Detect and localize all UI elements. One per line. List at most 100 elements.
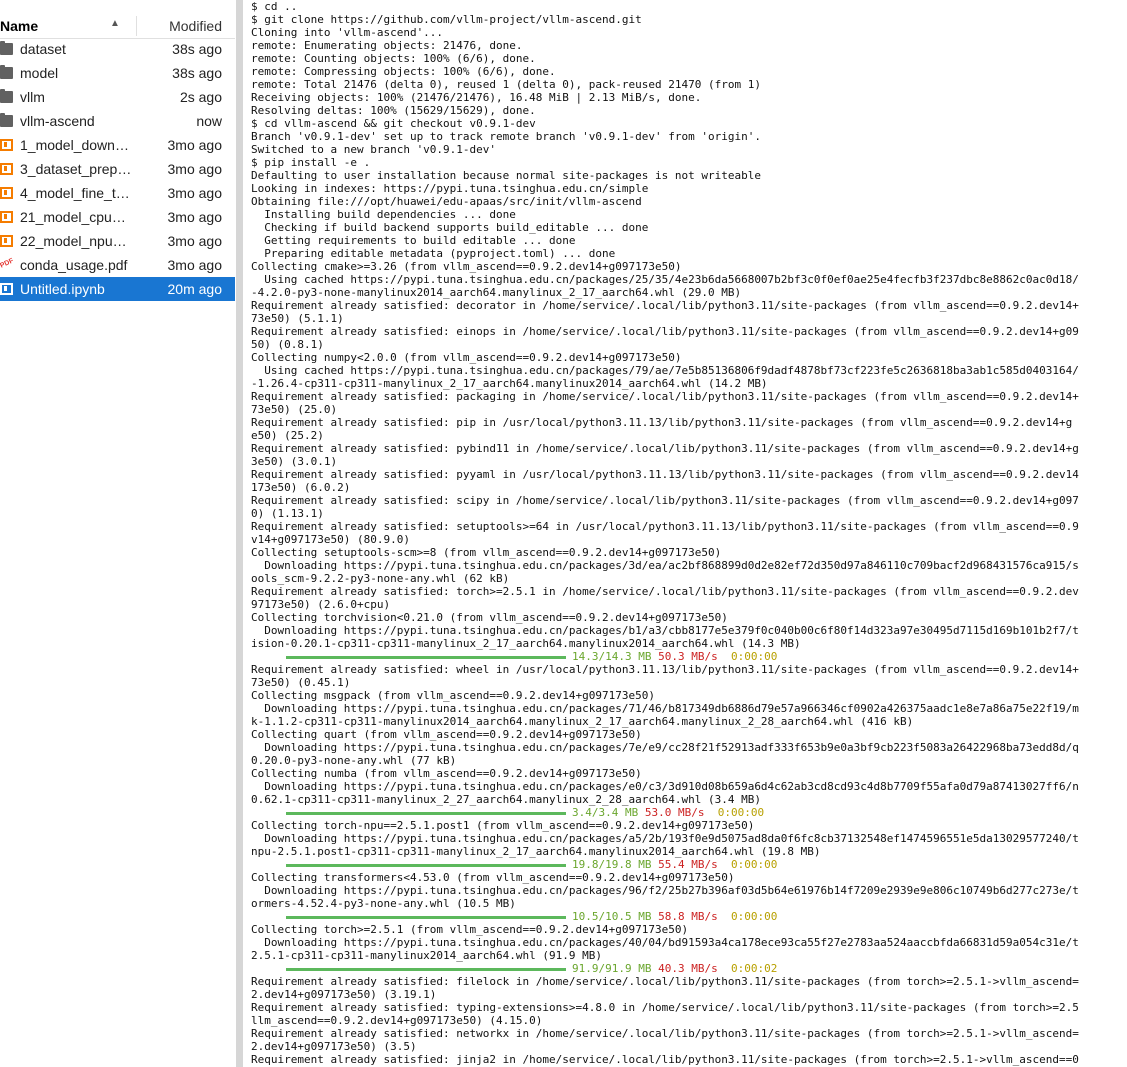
file-modified: 3mo ago: [167, 233, 222, 249]
download-size: 91.9/91.9 MB: [572, 962, 652, 975]
terminal-line: Using cached https://pypi.tuna.tsinghua.…: [251, 364, 1079, 377]
download-eta: 0:00:00: [730, 858, 778, 871]
file-item[interactable]: PDF conda_usage.pdf 3mo ago: [0, 253, 235, 277]
terminal-line: Collecting transformers<4.53.0 (from vll…: [251, 871, 735, 884]
download-speed: 50.3 MB/s: [658, 650, 718, 663]
download-eta: 0:00:02: [730, 962, 778, 975]
file-item[interactable]: 22_model_npu_inference.ipynb 3mo ago: [0, 229, 235, 253]
file-modified: now: [196, 113, 222, 129]
modified-column-header[interactable]: Modified: [169, 18, 222, 34]
file-name: vllm: [20, 89, 45, 105]
sort-ascending-icon[interactable]: ▲: [110, 18, 120, 29]
terminal-line: 50) (0.8.1): [251, 338, 324, 351]
download-speed: 40.3 MB/s: [658, 962, 718, 975]
file-modified: 38s ago: [172, 41, 222, 57]
download-speed: 55.4 MB/s: [658, 858, 718, 871]
file-name: 3_dataset_preparation.ipynb: [20, 161, 132, 177]
download-speed: 53.0 MB/s: [644, 806, 705, 819]
download-progress-line: 10.5/10.5 MB 58.8 MB/s 0:00:00: [251, 910, 1127, 923]
terminal-line: remote: Enumerating objects: 21476, done…: [251, 39, 523, 52]
file-item[interactable]: 1_model_download.ipynb 3mo ago: [0, 133, 235, 157]
file-item[interactable]: 3_dataset_preparation.ipynb 3mo ago: [0, 157, 235, 181]
terminal-line: Resolving deltas: 100% (15629/15629), do…: [251, 104, 536, 117]
download-progress-line: 3.4/3.4 MB 53.0 MB/s 0:00:00: [251, 806, 1127, 819]
sidebar-scrollbar[interactable]: [236, 0, 243, 1067]
terminal-line: k-1.1.2-cp311-cp311-manylinux2014_aarch6…: [251, 715, 914, 728]
terminal-line: Collecting msgpack (from vllm_ascend==0.…: [251, 689, 655, 702]
file-modified: 38s ago: [172, 65, 222, 81]
file-modified: 3mo ago: [167, 209, 222, 225]
download-size: 10.5/10.5 MB: [572, 910, 652, 923]
progress-bar: [286, 655, 566, 659]
terminal-line: v14+g097173e50) (80.9.0): [251, 533, 410, 546]
file-name: conda_usage.pdf: [20, 257, 128, 273]
file-browser-panel: Name ▲ Modified dataset 38s ago model 38s a…: [0, 0, 235, 1067]
file-name: 4_model_fine_tuning.ipynb: [20, 185, 132, 201]
terminal-line: Requirement already satisfied: filelock …: [251, 975, 1079, 988]
file-name: 1_model_download.ipynb: [20, 137, 132, 153]
terminal-line: Branch 'v0.9.1-dev' set up to track remo…: [251, 130, 761, 143]
terminal-line: -1.26.4-cp311-cp311-manylinux_2_17_aarch…: [251, 377, 768, 390]
terminal-line: $ pip install -e .: [251, 156, 371, 169]
terminal-line: Downloading https://pypi.tuna.tsinghua.e…: [251, 884, 1079, 897]
file-name: model: [20, 65, 59, 81]
file-modified: 20m ago: [167, 281, 222, 297]
file-item[interactable]: vllm 2s ago: [0, 85, 235, 109]
download-size: 19.8/19.8 MB: [572, 858, 652, 871]
file-name: vllm-ascend: [20, 113, 95, 129]
terminal-line: Collecting torchvision<0.21.0 (from vllm…: [251, 611, 728, 624]
terminal-line: Downloading https://pypi.tuna.tsinghua.e…: [251, 780, 1079, 793]
file-modified: 3mo ago: [167, 161, 222, 177]
terminal-line: Using cached https://pypi.tuna.tsinghua.…: [251, 273, 1079, 286]
notebook-icon: [0, 235, 13, 247]
terminal-line: 173e50) (6.0.2): [251, 481, 351, 494]
terminal-line: Collecting torch>=2.5.1 (from vllm_ascen…: [251, 923, 689, 936]
terminal-line: remote: Total 21476 (delta 0), reused 1 …: [251, 78, 761, 91]
terminal-line: Requirement already satisfied: typing-ex…: [251, 1001, 1079, 1014]
notebook-icon: [0, 211, 13, 223]
file-item[interactable]: vllm-ascend now: [0, 109, 235, 133]
file-item[interactable]: dataset 38s ago: [0, 37, 235, 61]
file-modified: 2s ago: [179, 89, 222, 105]
file-item[interactable]: Untitled.ipynb 20m ago: [0, 277, 235, 301]
terminal-line: Downloading https://pypi.tuna.tsinghua.e…: [251, 936, 1079, 949]
terminal-line: Downloading https://pypi.tuna.tsinghua.e…: [251, 702, 1079, 715]
notebook-icon: [0, 163, 13, 175]
terminal-line: 0) (1.13.1): [251, 507, 324, 520]
progress-bar: [286, 967, 566, 971]
terminal-line: Collecting quart (from vllm_ascend==0.9.…: [251, 728, 642, 741]
terminal-line: Downloading https://pypi.tuna.tsinghua.e…: [251, 832, 1079, 845]
name-column-header[interactable]: Name: [0, 18, 38, 34]
download-eta: 0:00:00: [730, 650, 778, 663]
terminal-line: 73e50) (0.45.1): [251, 676, 351, 689]
terminal-line: Obtaining file:///opt/huawei/edu-apaas/s…: [251, 195, 642, 208]
terminal-line: Collecting torch-npu==2.5.1.post1 (from …: [251, 819, 755, 832]
notebook-icon: [0, 187, 13, 199]
notebook-icon: [0, 283, 13, 295]
progress-bar: [286, 863, 566, 867]
download-progress-line: 19.8/19.8 MB 55.4 MB/s 0:00:00: [251, 858, 1127, 871]
folder-icon: [0, 89, 13, 103]
terminal-line: Receiving objects: 100% (21476/21476), 1…: [251, 91, 702, 104]
terminal-line: Switched to a new branch 'v0.9.1-dev': [251, 143, 497, 156]
download-speed: 58.8 MB/s: [658, 910, 718, 923]
download-size: 14.3/14.3 MB: [572, 650, 652, 663]
terminal-line: Requirement already satisfied: decorator…: [251, 299, 1079, 312]
progress-bar: [286, 811, 566, 815]
file-item[interactable]: model 38s ago: [0, 61, 235, 85]
terminal-line: Downloading https://pypi.tuna.tsinghua.e…: [251, 741, 1079, 754]
file-item[interactable]: 4_model_fine_tuning.ipynb 3mo ago: [0, 181, 235, 205]
terminal-line: $ cd vllm-ascend && git checkout v0.9.1-…: [251, 117, 536, 130]
column-divider[interactable]: [136, 16, 137, 36]
terminal-output[interactable]: $ cd .. $ git clone https://github.com/vl…: [251, 0, 1127, 1067]
terminal-line: 73e50) (5.1.1): [251, 312, 344, 325]
terminal-line: Requirement already satisfied: wheel in …: [251, 663, 1079, 676]
terminal-line: Requirement already satisfied: torch>=2.…: [251, 585, 1079, 598]
file-modified: 3mo ago: [167, 185, 222, 201]
terminal-line: e50) (25.2): [251, 429, 324, 442]
terminal-line: ools_scm-9.2.2-py3-none-any.whl (62 kB): [251, 572, 510, 585]
terminal-line: Requirement already satisfied: einops in…: [251, 325, 1079, 338]
file-item[interactable]: 21_model_cpu_inference.ipynb 3mo ago: [0, 205, 235, 229]
terminal-line: 3e50) (3.0.1): [251, 455, 338, 468]
file-list-header: Name ▲ Modified: [0, 14, 235, 39]
